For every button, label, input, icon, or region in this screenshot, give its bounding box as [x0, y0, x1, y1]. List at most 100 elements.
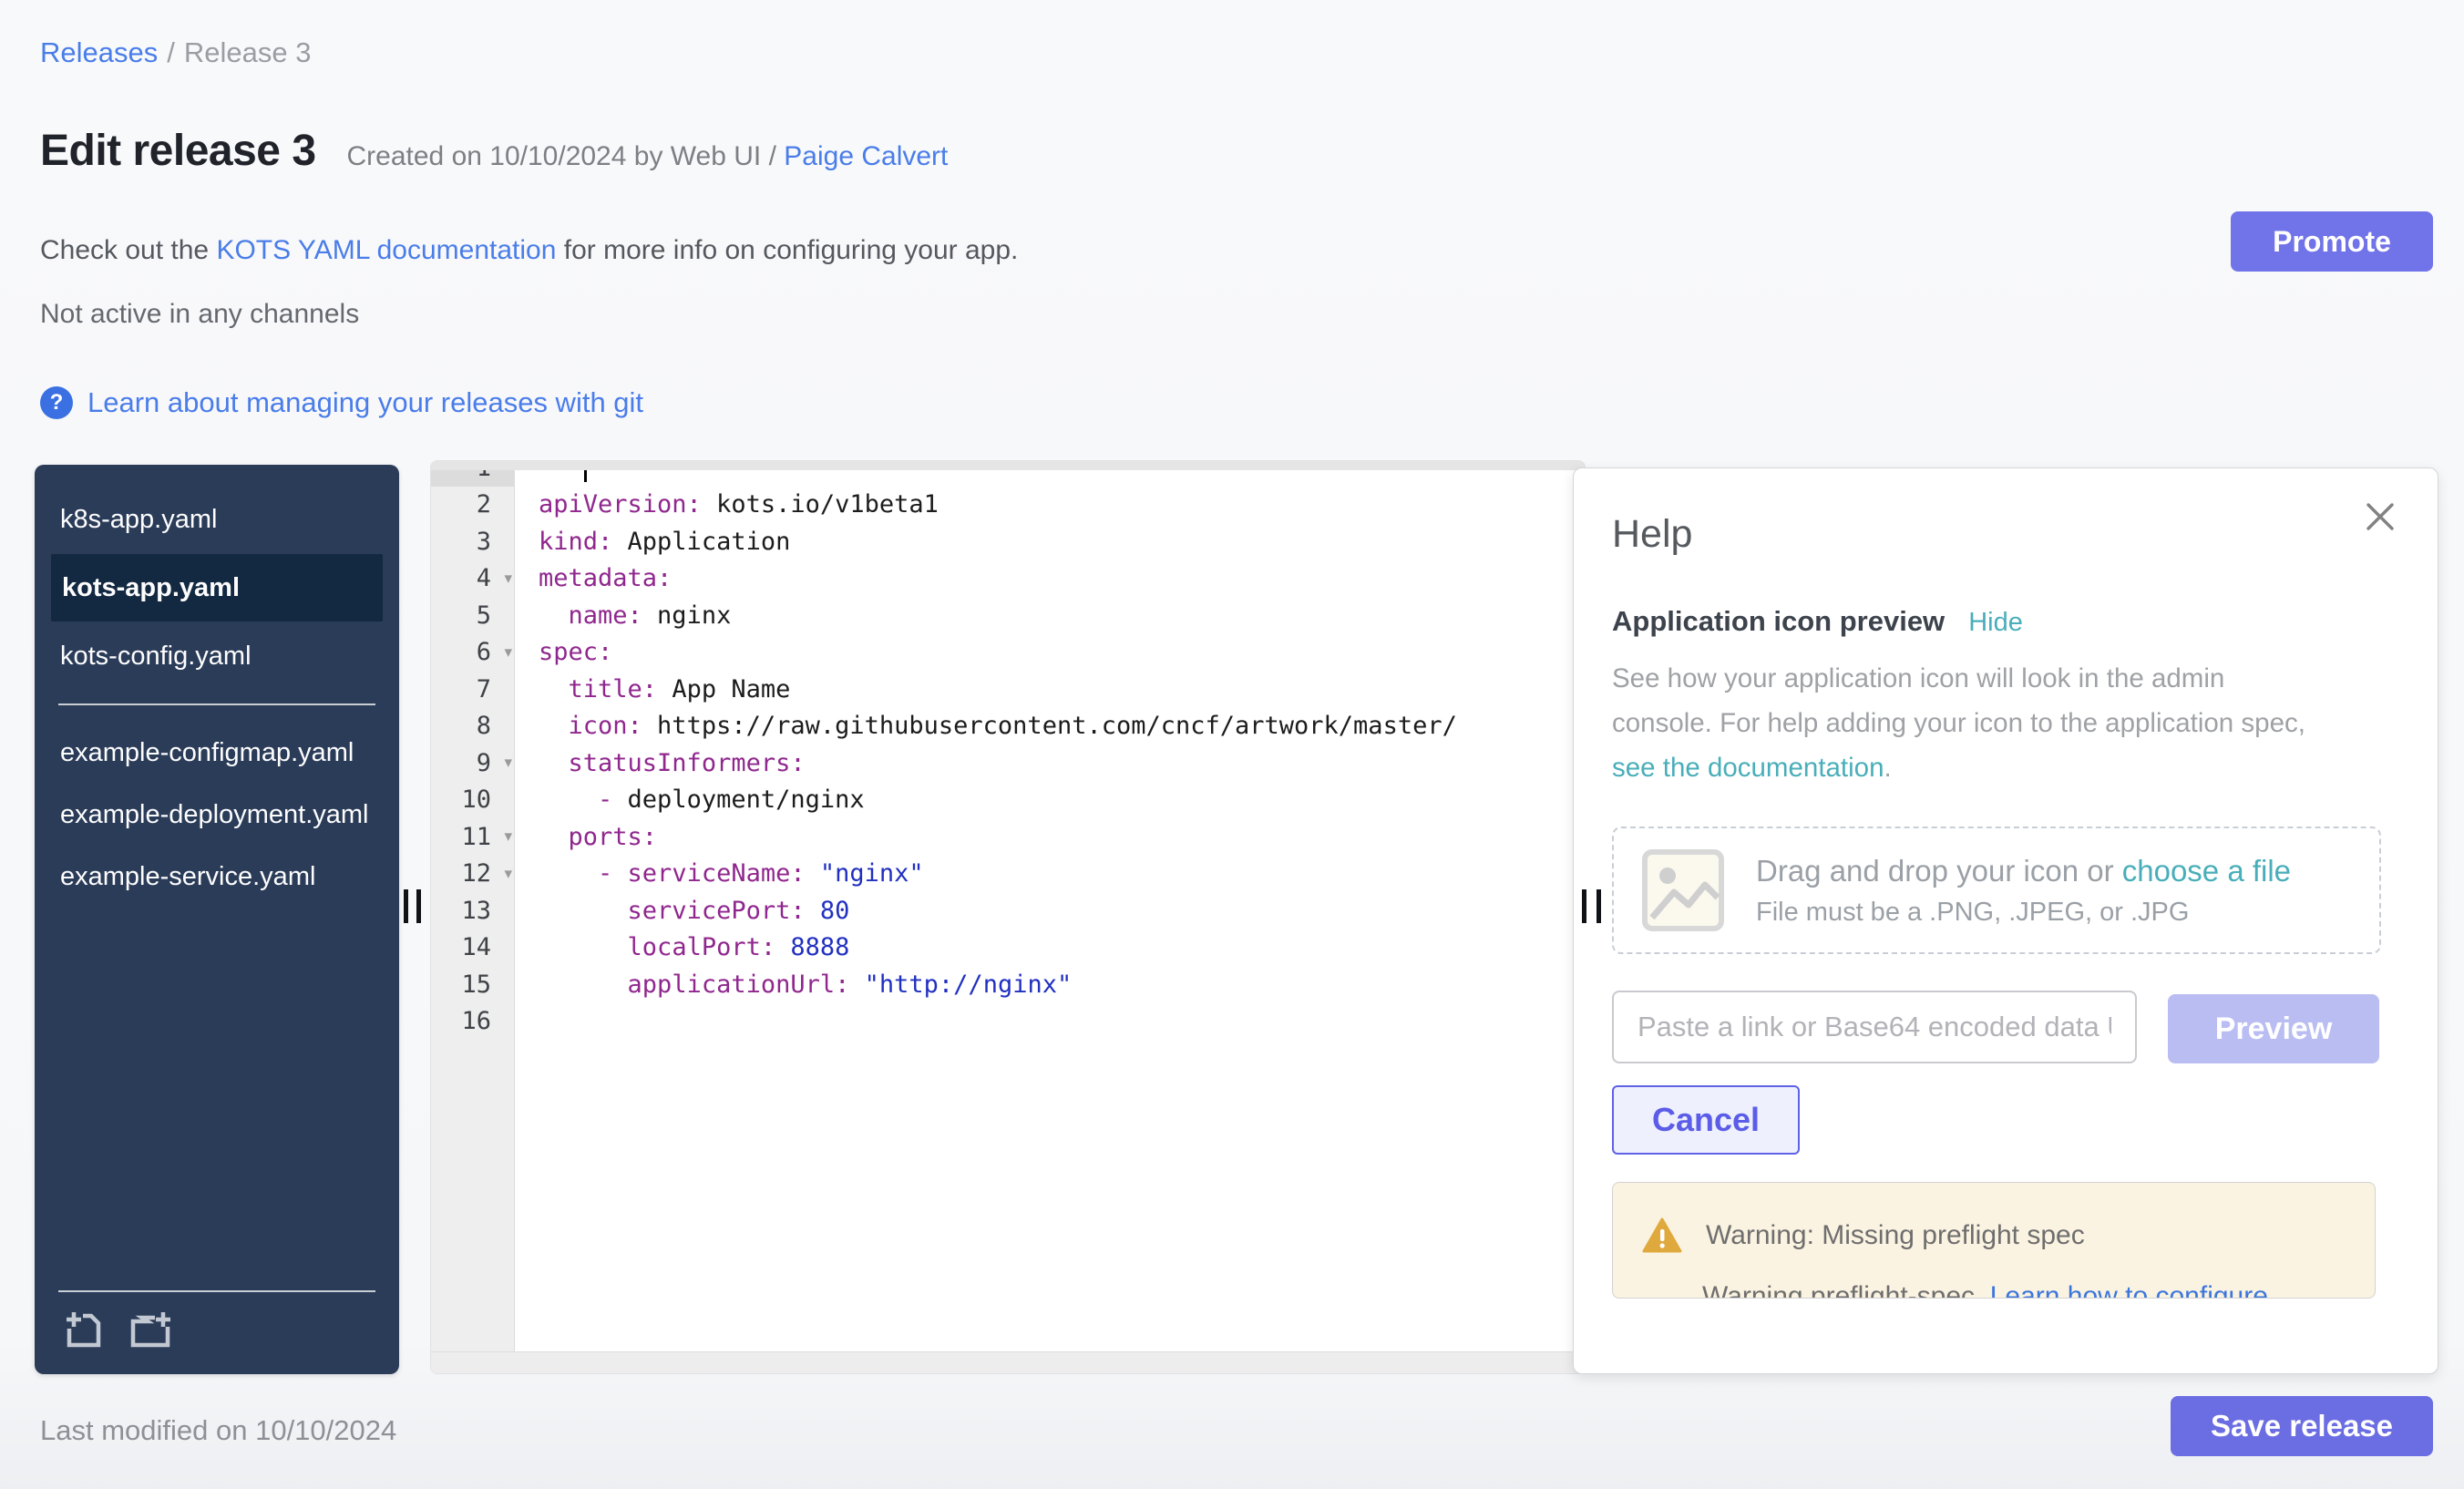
- see-documentation-link[interactable]: see the documentation: [1612, 753, 1884, 783]
- editor-top-scroll-strip: [431, 461, 1585, 470]
- question-circle-icon: ?: [40, 386, 73, 419]
- main-file-list: k8s-app.yamlkots-app.yamlkots-config.yam…: [35, 488, 399, 687]
- line-number: 5: [431, 597, 515, 634]
- help-panel: Help Application icon preview Hide See h…: [1573, 467, 2438, 1374]
- kots-yaml-doc-link[interactable]: KOTS YAML documentation: [216, 235, 556, 265]
- new-folder-icon[interactable]: [128, 1309, 173, 1350]
- git-help-row: ? Learn about managing your releases wit…: [40, 386, 643, 419]
- help-panel-title: Help: [1612, 512, 1692, 557]
- code-line: 16: [431, 1003, 1585, 1041]
- yaml-code-editor[interactable]: 1---2apiVersion: kots.io/v1beta13kind: A…: [430, 460, 1586, 1374]
- code-line-text: metadata:: [515, 564, 672, 592]
- sidebar-divider: [58, 703, 375, 705]
- dropzone-hint: File must be a .PNG, .JPEG, or .JPG: [1756, 898, 2291, 928]
- last-modified-text: Last modified on 10/10/2024: [40, 1414, 396, 1447]
- promote-button[interactable]: Promote: [2231, 211, 2433, 272]
- code-line: 15 applicationUrl: "http://nginx": [431, 966, 1585, 1003]
- warning-title: Warning: Missing preflight spec: [1706, 1220, 2085, 1251]
- image-placeholder-icon: [1641, 848, 1725, 932]
- git-releases-link[interactable]: Learn about managing your releases with …: [87, 386, 643, 419]
- created-by-link[interactable]: Paige Calvert: [784, 141, 948, 171]
- cancel-button[interactable]: Cancel: [1612, 1085, 1800, 1155]
- preview-button[interactable]: Preview: [2168, 994, 2379, 1063]
- code-line: 13 servicePort: 80: [431, 892, 1585, 929]
- breadcrumb-separator: /: [167, 36, 175, 68]
- icon-preview-heading: Application icon preview: [1612, 605, 1945, 638]
- file-item[interactable]: example-configmap.yaml: [35, 722, 399, 784]
- code-line-text: icon: https://raw.githubusercontent.com/…: [515, 712, 1457, 740]
- fold-arrow-icon[interactable]: ▾: [504, 570, 512, 588]
- line-number: 3: [431, 523, 515, 560]
- file-sidebar: k8s-app.yamlkots-app.yamlkots-config.yam…: [35, 465, 399, 1374]
- learn-configure-link[interactable]: Learn how to configure: [1990, 1281, 2268, 1299]
- line-number: 13: [431, 892, 515, 929]
- fold-arrow-icon[interactable]: ▾: [504, 754, 512, 772]
- breadcrumb-releases-link[interactable]: Releases: [40, 36, 158, 68]
- code-line-text: - deployment/nginx: [515, 786, 865, 814]
- fold-arrow-icon[interactable]: ▾: [504, 865, 512, 883]
- breadcrumb-current: Release 3: [184, 36, 312, 68]
- file-item[interactable]: example-deployment.yaml: [35, 784, 399, 846]
- left-pane-resize-handle[interactable]: [404, 889, 408, 923]
- icon-dropzone[interactable]: Drag and drop your icon or choose a file…: [1612, 827, 2381, 954]
- code-line-text: name: nginx: [515, 601, 731, 630]
- code-line-text: ports:: [515, 823, 657, 851]
- code-line-text: servicePort: 80: [515, 897, 849, 925]
- code-line-text: statusInformers:: [515, 749, 806, 777]
- editor-horizontal-scrollbar[interactable]: [431, 1351, 1585, 1373]
- code-line-text: localPort: 8888: [515, 933, 849, 961]
- line-number: 14: [431, 929, 515, 967]
- file-item[interactable]: example-service.yaml: [35, 846, 399, 908]
- line-number: 7: [431, 671, 515, 708]
- warning-triangle-icon: [1642, 1217, 1682, 1254]
- line-number: 8: [431, 708, 515, 745]
- file-item[interactable]: kots-app.yaml: [51, 554, 383, 621]
- code-line: 5 name: nginx: [431, 597, 1585, 634]
- code-line-text: title: App Name: [515, 675, 790, 703]
- new-file-icon[interactable]: [62, 1309, 104, 1350]
- code-line: 14 localPort: 8888: [431, 929, 1585, 967]
- code-line: 2apiVersion: kots.io/v1beta1: [431, 487, 1585, 524]
- fold-arrow-icon[interactable]: ▾: [504, 827, 512, 846]
- file-item[interactable]: kots-config.yaml: [35, 625, 399, 687]
- code-line-text: spec:: [515, 638, 612, 666]
- choose-file-link[interactable]: choose a file: [2122, 854, 2291, 888]
- breadcrumb: Releases / Release 3: [40, 36, 311, 69]
- code-line: 8 icon: https://raw.githubusercontent.co…: [431, 708, 1585, 745]
- code-line-text: applicationUrl: "http://nginx": [515, 970, 1072, 999]
- code-line: 10 - deployment/nginx: [431, 782, 1585, 819]
- warning-detail: Warning preflight-spec. Learn how to con…: [1702, 1281, 2268, 1299]
- file-item[interactable]: k8s-app.yaml: [35, 488, 399, 550]
- created-meta: Created on 10/10/2024 by Web UI / Paige …: [347, 141, 949, 172]
- code-line-text: kind: Application: [515, 528, 790, 556]
- channel-status: Not active in any channels: [40, 299, 359, 330]
- sidebar-bottom: [58, 1290, 375, 1358]
- code-line-text: - serviceName: "nginx": [515, 859, 924, 888]
- code-line: 6▾spec:: [431, 634, 1585, 672]
- preflight-warning-box: Warning: Missing preflight spec Warning …: [1612, 1182, 2376, 1299]
- close-icon[interactable]: [2363, 499, 2397, 534]
- left-pane-resize-handle[interactable]: [416, 889, 421, 923]
- line-number: 10: [431, 782, 515, 819]
- icon-url-input[interactable]: [1612, 991, 2137, 1063]
- right-pane-resize-handle[interactable]: [1596, 889, 1601, 923]
- example-file-list: example-configmap.yamlexample-deployment…: [35, 722, 399, 908]
- hide-link[interactable]: Hide: [1968, 608, 2023, 638]
- right-pane-resize-handle[interactable]: [1582, 889, 1586, 923]
- icon-preview-description: See how your application icon will look …: [1612, 656, 2332, 790]
- code-line: 9▾ statusInformers:: [431, 744, 1585, 782]
- subtitle: Check out the KOTS YAML documentation fo…: [40, 235, 1018, 266]
- code-area[interactable]: 1---2apiVersion: kots.io/v1beta13kind: A…: [431, 460, 1585, 1040]
- line-number: 15: [431, 966, 515, 1003]
- code-line: 12▾ - serviceName: "nginx": [431, 856, 1585, 893]
- line-number: 11▾: [431, 818, 515, 856]
- line-number: 9▾: [431, 744, 515, 782]
- page-title: Edit release 3: [40, 126, 316, 176]
- code-line: 7 title: App Name: [431, 671, 1585, 708]
- save-release-button[interactable]: Save release: [2171, 1396, 2433, 1456]
- dropzone-text: Drag and drop your icon or choose a file: [1756, 854, 2291, 888]
- code-line: 11▾ ports:: [431, 818, 1585, 856]
- fold-arrow-icon[interactable]: ▾: [504, 643, 512, 662]
- line-number: 16: [431, 1003, 515, 1041]
- code-line-text: apiVersion: kots.io/v1beta1: [515, 490, 939, 519]
